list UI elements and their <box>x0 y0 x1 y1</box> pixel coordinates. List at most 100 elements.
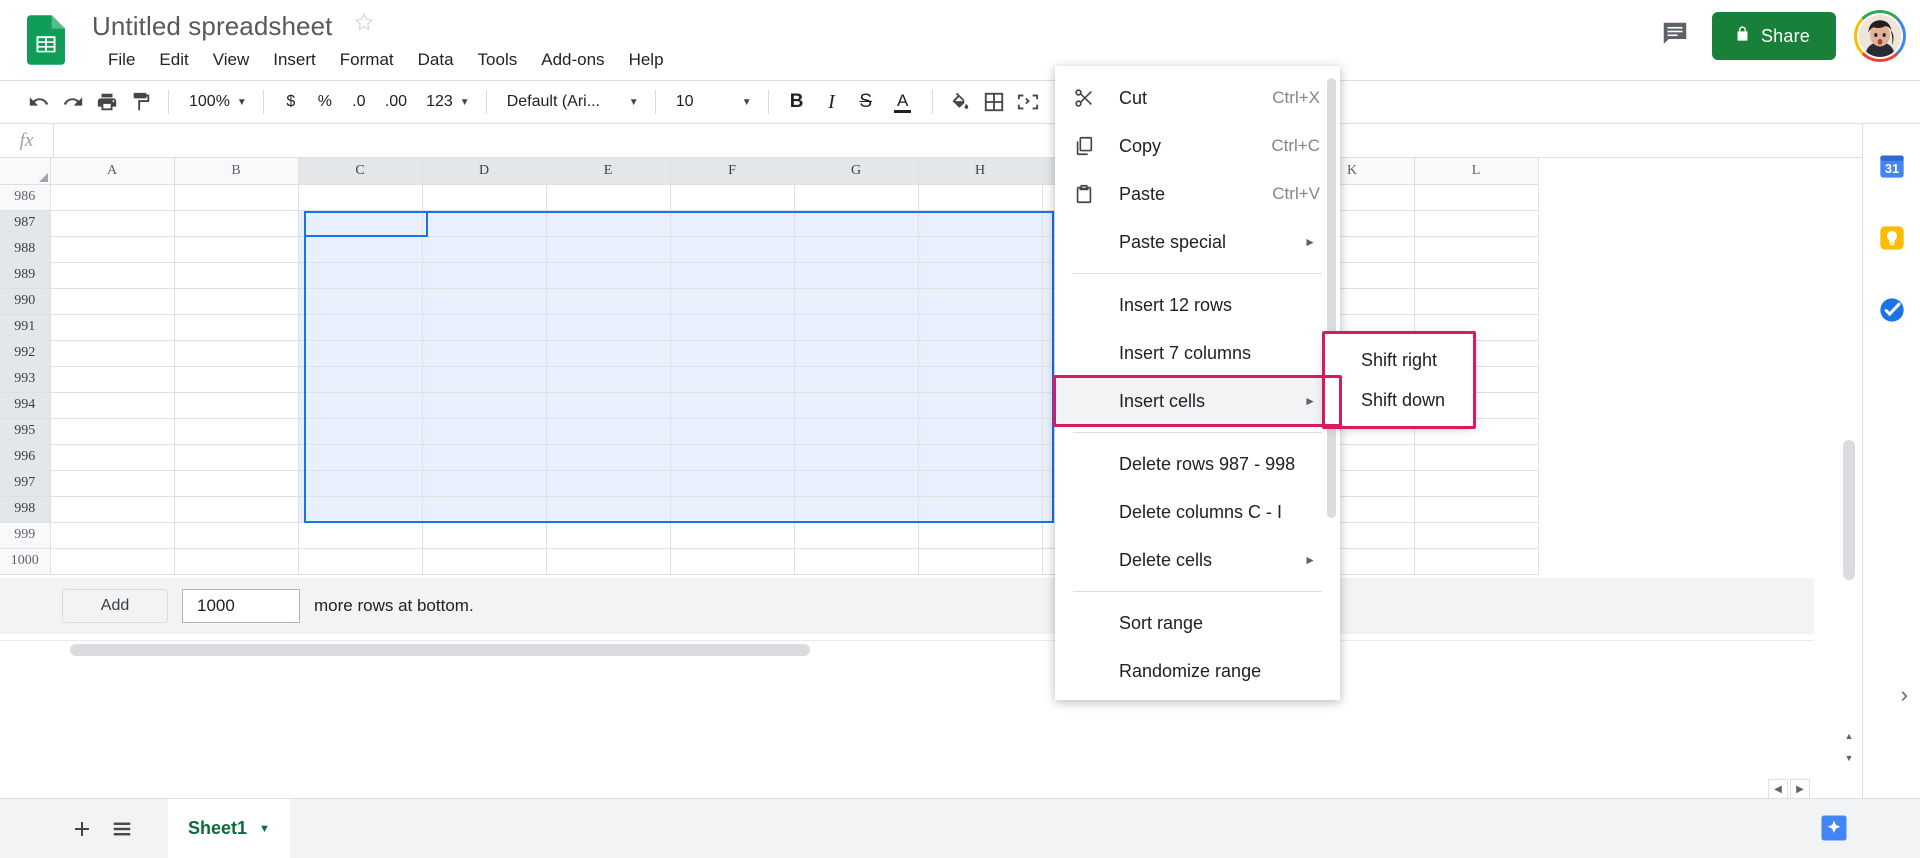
cell-A1000[interactable] <box>50 548 175 575</box>
row-header-998[interactable]: 998 <box>0 496 51 523</box>
cell-G990[interactable] <box>794 288 919 315</box>
cell-H988[interactable] <box>918 236 1043 263</box>
menu-tools[interactable]: Tools <box>466 46 530 74</box>
column-header-a[interactable]: A <box>50 158 175 185</box>
cell-C995[interactable] <box>298 418 423 445</box>
cell-G996[interactable] <box>794 444 919 471</box>
row-header-999[interactable]: 999 <box>0 522 51 549</box>
add-rows-input[interactable] <box>182 588 300 623</box>
cell-B986[interactable] <box>174 184 299 211</box>
column-header-g[interactable]: G <box>794 158 919 185</box>
cell-D999[interactable] <box>422 522 547 549</box>
all-sheets-icon[interactable] <box>102 809 142 849</box>
cell-E989[interactable] <box>546 262 671 289</box>
cell-C988[interactable] <box>298 236 423 263</box>
cell-G989[interactable] <box>794 262 919 289</box>
bold-button[interactable]: B <box>779 85 815 119</box>
cell-D995[interactable] <box>422 418 547 445</box>
cell-B987[interactable] <box>174 210 299 237</box>
cell-D997[interactable] <box>422 470 547 497</box>
undo-icon[interactable] <box>22 85 56 119</box>
cell-B994[interactable] <box>174 392 299 419</box>
name-box[interactable]: fx <box>0 124 54 157</box>
row-header-995[interactable]: 995 <box>0 418 51 445</box>
cell-B992[interactable] <box>174 340 299 367</box>
column-header-l[interactable]: L <box>1414 158 1539 185</box>
cell-H992[interactable] <box>918 340 1043 367</box>
cell-B991[interactable] <box>174 314 299 341</box>
sheet-tab-sheet1[interactable]: Sheet1 ▼ <box>168 798 290 858</box>
cell-E997[interactable] <box>546 470 671 497</box>
cell-H995[interactable] <box>918 418 1043 445</box>
cell-E993[interactable] <box>546 366 671 393</box>
cell-G994[interactable] <box>794 392 919 419</box>
vertical-scrollbar-thumb[interactable] <box>1843 440 1855 580</box>
chevron-down-icon[interactable]: ▼ <box>259 823 270 835</box>
menu-item-delete-rows-987-998[interactable]: Delete rows 987 - 998 <box>1055 440 1340 488</box>
cell-D993[interactable] <box>422 366 547 393</box>
cell-B993[interactable] <box>174 366 299 393</box>
menu-item-cut[interactable]: Cut Ctrl+X <box>1055 74 1340 122</box>
cell-A997[interactable] <box>50 470 175 497</box>
row-header-996[interactable]: 996 <box>0 444 51 471</box>
row-header-997[interactable]: 997 <box>0 470 51 497</box>
decrease-decimal-button[interactable]: .0 <box>342 85 376 119</box>
horizontal-scrollbar-thumb[interactable] <box>70 644 810 656</box>
cell-H990[interactable] <box>918 288 1043 315</box>
cell-E990[interactable] <box>546 288 671 315</box>
cell-H998[interactable] <box>918 496 1043 523</box>
menu-edit[interactable]: Edit <box>147 46 200 74</box>
cell-A992[interactable] <box>50 340 175 367</box>
italic-button[interactable]: I <box>814 85 848 119</box>
cell-D1000[interactable] <box>422 548 547 575</box>
cell-F992[interactable] <box>670 340 795 367</box>
menu-item-delete-columns-c-i[interactable]: Delete columns C - I <box>1055 488 1340 536</box>
cell-H986[interactable] <box>918 184 1043 211</box>
merge-cells-icon[interactable] <box>1011 85 1045 119</box>
cell-B988[interactable] <box>174 236 299 263</box>
row-header-992[interactable]: 992 <box>0 340 51 367</box>
row-header-994[interactable]: 994 <box>0 392 51 419</box>
cell-B990[interactable] <box>174 288 299 315</box>
cell-A995[interactable] <box>50 418 175 445</box>
scroll-down-arrow[interactable]: ▼ <box>1840 750 1858 766</box>
cell-E986[interactable] <box>546 184 671 211</box>
cell-L987[interactable] <box>1414 210 1539 237</box>
cell-G998[interactable] <box>794 496 919 523</box>
cell-A999[interactable] <box>50 522 175 549</box>
font-size-select[interactable]: 10 ▼ <box>666 85 758 119</box>
cell-C993[interactable] <box>298 366 423 393</box>
cell-E992[interactable] <box>546 340 671 367</box>
cell-F989[interactable] <box>670 262 795 289</box>
cell-L1000[interactable] <box>1414 548 1539 575</box>
cell-G991[interactable] <box>794 314 919 341</box>
add-rows-button[interactable]: Add <box>62 588 168 623</box>
cell-B996[interactable] <box>174 444 299 471</box>
cell-H987[interactable] <box>918 210 1043 237</box>
row-header-986[interactable]: 986 <box>0 184 51 211</box>
row-header-993[interactable]: 993 <box>0 366 51 393</box>
fill-color-icon[interactable] <box>943 85 977 119</box>
cell-H996[interactable] <box>918 444 1043 471</box>
cell-F1000[interactable] <box>670 548 795 575</box>
cell-E988[interactable] <box>546 236 671 263</box>
cell-E987[interactable] <box>546 210 671 237</box>
cell-H997[interactable] <box>918 470 1043 497</box>
cell-B999[interactable] <box>174 522 299 549</box>
print-icon[interactable] <box>90 85 124 119</box>
submenu-item-shift-down[interactable]: Shift down <box>1325 380 1473 420</box>
menu-insert[interactable]: Insert <box>261 46 328 74</box>
cell-A989[interactable] <box>50 262 175 289</box>
cell-F991[interactable] <box>670 314 795 341</box>
menu-help[interactable]: Help <box>617 46 676 74</box>
menu-format[interactable]: Format <box>328 46 406 74</box>
context-menu[interactable]: Cut Ctrl+X Copy Ctrl+C Paste Ctrl+V Paste spec… <box>1055 66 1340 700</box>
cell-C986[interactable] <box>298 184 423 211</box>
menu-item-insert-7-columns[interactable]: Insert 7 columns <box>1055 329 1340 377</box>
menu-add-ons[interactable]: Add-ons <box>529 46 616 74</box>
row-header-990[interactable]: 990 <box>0 288 51 315</box>
cell-A988[interactable] <box>50 236 175 263</box>
cell-F996[interactable] <box>670 444 795 471</box>
cell-E999[interactable] <box>546 522 671 549</box>
cell-G988[interactable] <box>794 236 919 263</box>
